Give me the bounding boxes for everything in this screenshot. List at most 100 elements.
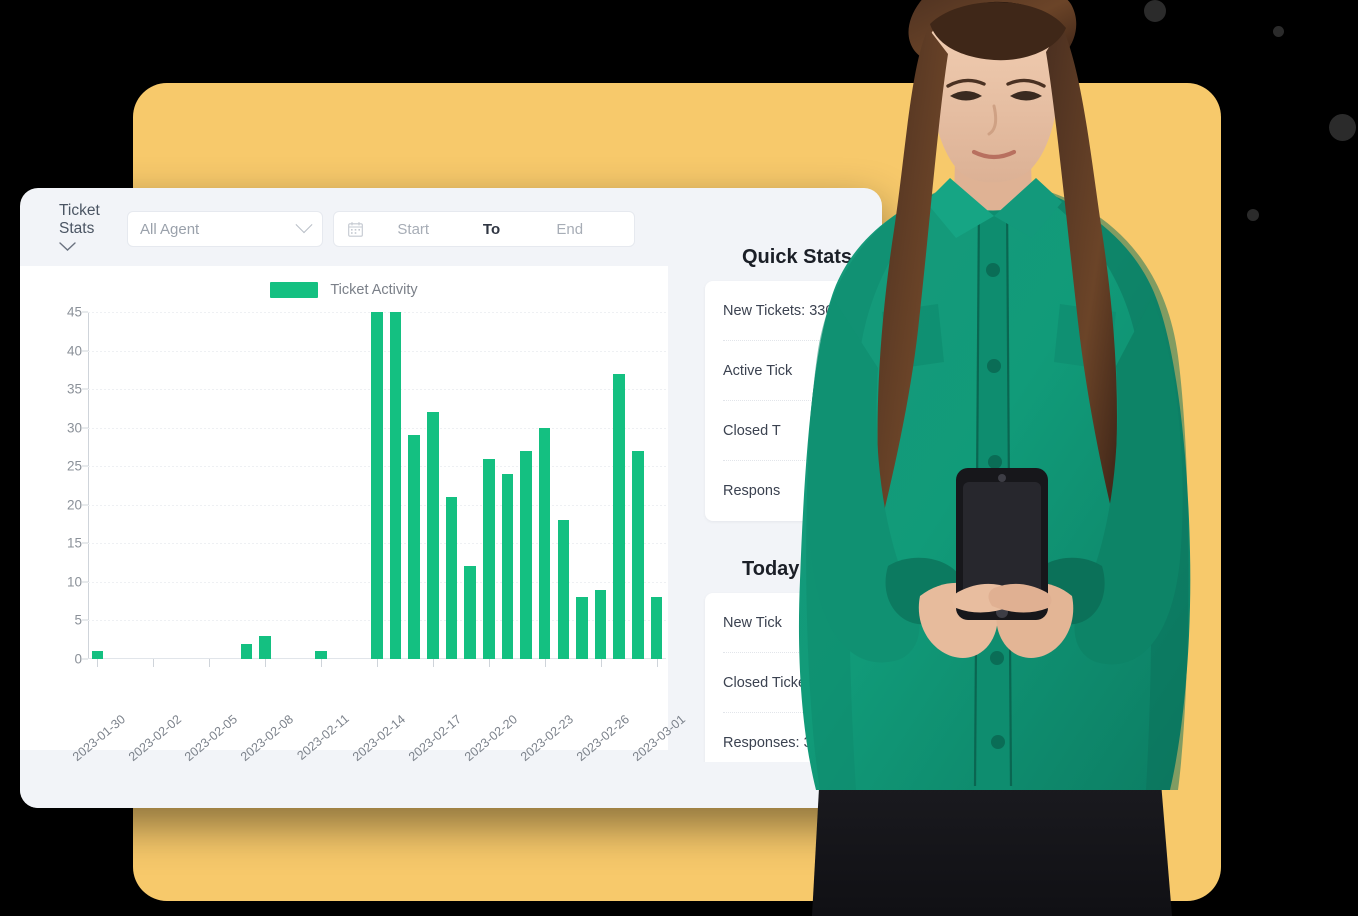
chart-bar-slot [107, 312, 126, 659]
legend-label: Ticket Activity [330, 282, 418, 298]
chart-bar-slot [312, 312, 331, 659]
x-axis-tick-mark [544, 659, 546, 667]
chart-bar-slot [125, 312, 144, 659]
chart-bar[interactable] [557, 520, 570, 659]
chart-bar-slot [274, 312, 293, 659]
chart-bar[interactable] [240, 643, 253, 659]
chart-bar-slot [479, 312, 498, 659]
chart-bar-slot [517, 312, 536, 659]
y-axis-tick-label: 40 [66, 343, 82, 359]
decorative-dot [1273, 26, 1284, 37]
chart-bar[interactable] [501, 473, 514, 659]
x-axis-tick-label: 2023-02-14 [349, 712, 408, 764]
chart-bar-slot [424, 312, 443, 659]
chart-bar[interactable] [650, 597, 663, 659]
chart-legend[interactable]: Ticket Activity [20, 282, 668, 298]
chart-bar[interactable] [445, 497, 458, 659]
x-axis-tick-mark [432, 659, 434, 667]
x-axis-tick-label: 2023-02-20 [461, 712, 520, 764]
chart-bar-slot [256, 312, 275, 659]
ticket-activity-chart-panel: Ticket Activity 0 5 10 15 20 25 30 35 40 45 2023-… [20, 266, 688, 764]
chart-bar[interactable] [259, 635, 271, 659]
chart-bar-slot [647, 312, 666, 659]
x-axis-tick-label: 2023-02-26 [573, 712, 632, 764]
legend-color-swatch [270, 282, 319, 298]
chart-bar[interactable] [427, 412, 439, 659]
x-axis-tick-mark [321, 659, 323, 667]
y-axis-tick-label: 30 [66, 420, 82, 436]
chart-bar[interactable] [520, 450, 532, 659]
y-axis-tick-label: 5 [74, 612, 82, 628]
y-axis-tick-label: 15 [66, 535, 82, 551]
chart-bar[interactable] [315, 651, 327, 659]
chart-bar[interactable] [594, 589, 607, 659]
y-axis-tick-label: 0 [74, 651, 82, 667]
chart-bar-slot [368, 312, 387, 659]
chart-bar-slot [442, 312, 461, 659]
x-axis-tick-label: 2023-02-17 [405, 712, 464, 764]
ticket-stats-dashboard-card: Ticket Stats All Agent Start To End Tick… [20, 188, 882, 808]
chart-bar-slot [200, 312, 219, 659]
y-axis-tick-label: 20 [66, 497, 82, 513]
chart-bar[interactable] [538, 427, 551, 659]
chart-bar[interactable] [613, 373, 626, 659]
person-photo [760, 0, 1230, 916]
y-axis-tick-label: 35 [66, 381, 82, 397]
hero-composition: Ticket Stats All Agent Start To End Tick… [0, 0, 1358, 916]
chart-bar-slot [573, 312, 592, 659]
x-axis-tick-label: 2023-03-01 [629, 712, 688, 764]
chevron-down-icon[interactable] [59, 240, 76, 255]
chart-bar-slot [386, 312, 405, 659]
chart-bar[interactable] [91, 651, 104, 659]
chart-bar-slot [237, 312, 256, 659]
x-axis-tick-mark [265, 659, 267, 667]
x-axis-tick-mark [153, 659, 155, 667]
decorative-dot [1247, 209, 1259, 221]
date-end-input[interactable]: End [520, 221, 621, 238]
x-axis-tick-mark [600, 659, 602, 667]
chart-plot-area: 0 5 10 15 20 25 30 35 40 45 2023-01-30 2023-02-02 2… [20, 298, 688, 764]
ticket-stats-label: Ticket Stats [59, 202, 100, 237]
chart-bar[interactable] [576, 597, 588, 659]
decorative-dot [1329, 114, 1356, 141]
chart-bar-slot [461, 312, 480, 659]
chart-bar-slot [181, 312, 200, 659]
chart-bar-slot [535, 312, 554, 659]
chart-bar-slot [591, 312, 610, 659]
agent-filter-value: All Agent [140, 220, 200, 238]
x-axis-tick-mark [488, 659, 490, 667]
date-range-separator: To [482, 220, 501, 238]
date-start-input[interactable]: Start [363, 221, 464, 238]
chart-bar[interactable] [389, 312, 402, 659]
chart-bars [88, 312, 666, 659]
x-axis-tick-mark [377, 659, 378, 667]
chart-bar-slot [218, 312, 237, 659]
chart-bar[interactable] [483, 458, 495, 659]
chart-bar[interactable] [632, 450, 644, 659]
x-axis-tick-label: 2023-02-05 [182, 712, 241, 764]
x-axis-tick-label: 2023-02-02 [126, 712, 185, 764]
chart-bar[interactable] [464, 566, 476, 659]
chart-bar[interactable] [408, 435, 420, 659]
date-range-picker[interactable]: Start To End [333, 211, 635, 247]
chart-bar-slot [349, 312, 368, 659]
x-axis-tick-mark [656, 659, 658, 667]
y-axis-tick-label: 25 [66, 458, 82, 474]
chart-bar-slot [163, 312, 182, 659]
chart-bar-slot [629, 312, 648, 659]
agent-filter-select[interactable]: All Agent [127, 211, 323, 247]
x-axis-tick-label: 2023-01-30 [70, 712, 129, 764]
chevron-down-icon [295, 216, 313, 234]
y-axis-tick-label: 45 [66, 304, 82, 320]
dashboard-card-footer [20, 762, 882, 808]
chart-bar-slot [144, 312, 163, 659]
chart-bar[interactable] [371, 312, 383, 659]
chart-bar-slot [330, 312, 349, 659]
calendar-icon [348, 221, 363, 237]
chart-bar-slot [610, 312, 629, 659]
chart-bar-slot [293, 312, 312, 659]
chart-bar-slot [88, 312, 107, 659]
chart-bar-slot [554, 312, 573, 659]
x-axis-tick-mark [209, 659, 211, 667]
chart-bar-slot [405, 312, 424, 659]
